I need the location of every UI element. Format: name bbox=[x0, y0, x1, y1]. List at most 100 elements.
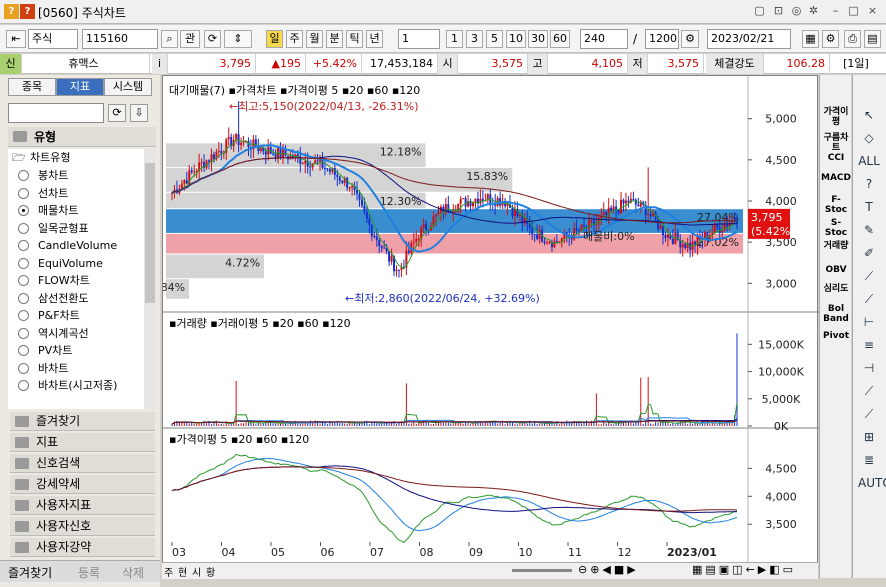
chart-type-item[interactable]: 매물차트 bbox=[18, 202, 78, 219]
group-header[interactable]: 사용자지표 bbox=[10, 496, 155, 515]
indicator-button[interactable]: F-Stoc bbox=[821, 195, 851, 215]
register-button[interactable]: 등록 bbox=[78, 564, 100, 581]
quick-60[interactable]: 60 bbox=[550, 30, 570, 48]
tab-indicators[interactable]: 지표 bbox=[56, 78, 104, 96]
bottom-tab-1[interactable]: 현 bbox=[178, 564, 187, 579]
radio-icon[interactable] bbox=[18, 240, 29, 251]
tab-system[interactable]: 시스템 bbox=[104, 78, 152, 96]
group-header[interactable]: 즐겨찾기 bbox=[10, 412, 155, 431]
radio-icon[interactable] bbox=[18, 327, 29, 339]
period-tick[interactable]: 틱 bbox=[346, 30, 363, 48]
indicator-button[interactable]: CCI bbox=[821, 153, 851, 163]
group-header[interactable]: 사용자강약 bbox=[10, 538, 155, 557]
indicator-button[interactable]: OBV bbox=[821, 265, 851, 275]
tree-scrollbar[interactable] bbox=[144, 149, 156, 409]
close-button[interactable]: × bbox=[865, 4, 880, 19]
gear-icon[interactable]: ✲ bbox=[806, 4, 821, 19]
bottom-tab-2[interactable]: 시 bbox=[192, 564, 201, 579]
maximize-button[interactable]: □ bbox=[846, 4, 861, 19]
sync-icon[interactable]: ⟳ bbox=[204, 30, 221, 48]
period-day[interactable]: 일 bbox=[266, 30, 283, 48]
indicator-button[interactable]: Pivot bbox=[821, 331, 851, 341]
drawing-tool-icon[interactable]: ≣ bbox=[858, 450, 880, 470]
radio-icon[interactable] bbox=[18, 362, 29, 374]
chart-type-item[interactable]: 바차트(시고저종) bbox=[18, 377, 117, 394]
radio-icon[interactable] bbox=[18, 380, 29, 391]
radio-icon[interactable] bbox=[18, 345, 29, 356]
updown-icon[interactable]: ⇕ bbox=[224, 30, 252, 48]
indicator-button[interactable]: S-Stoc bbox=[821, 218, 851, 238]
nav-controls[interactable]: ⊖⊕◀■▶ bbox=[578, 563, 639, 576]
minimize-button[interactable]: – bbox=[828, 4, 843, 19]
camera-icon[interactable]: ◎ bbox=[789, 4, 804, 19]
indicator-button[interactable]: Bol Band bbox=[821, 304, 851, 324]
period-year[interactable]: 년 bbox=[366, 30, 383, 48]
group-header[interactable]: 사용자신호 bbox=[10, 517, 155, 536]
chart-type-item[interactable]: PV차트 bbox=[18, 342, 72, 359]
indicator-button[interactable]: 심리도 bbox=[821, 284, 851, 294]
chart-type-item[interactable]: 봉차트 bbox=[18, 167, 68, 184]
link-icon[interactable]: ▢ bbox=[752, 4, 767, 19]
drawing-tool-icon[interactable]: ↖ bbox=[858, 105, 880, 125]
quick-5[interactable]: 5 bbox=[486, 30, 503, 48]
type-header[interactable]: 유형 bbox=[8, 127, 156, 147]
copy-icon[interactable]: ⊡ bbox=[771, 4, 786, 19]
drawing-tool-icon[interactable]: ? bbox=[858, 174, 880, 194]
market-select[interactable]: 주식 bbox=[28, 29, 78, 49]
search-icon[interactable]: ⌕ bbox=[161, 30, 178, 48]
period-month[interactable]: 월 bbox=[306, 30, 323, 48]
indicator-search-input[interactable] bbox=[8, 103, 104, 123]
info-icon[interactable]: i bbox=[152, 54, 168, 74]
drawing-tool-icon[interactable]: ⊢ bbox=[858, 312, 880, 332]
drawing-tool-icon[interactable]: ◇ bbox=[858, 128, 880, 148]
drawing-tool-icon[interactable]: ⊞ bbox=[858, 427, 880, 447]
view-count-input[interactable]: 240 bbox=[580, 29, 628, 49]
drawing-tool-icon[interactable]: ⊣ bbox=[858, 358, 880, 378]
chart-type-item[interactable]: FLOW차트 bbox=[18, 272, 90, 289]
chart-type-item[interactable]: 일목균형표 bbox=[18, 220, 89, 237]
delete-button[interactable]: 삭제 bbox=[122, 564, 144, 581]
radio-icon[interactable] bbox=[18, 170, 29, 181]
quick-30[interactable]: 30 bbox=[528, 30, 548, 48]
stock-code-input[interactable]: 115160 bbox=[82, 29, 158, 49]
indicator-button[interactable]: 구름차트 bbox=[821, 133, 851, 153]
drawing-tool-icon[interactable]: AUTO bbox=[858, 473, 886, 493]
print-icon[interactable]: ⎙ bbox=[844, 30, 861, 48]
tab-stocks[interactable]: 종목 bbox=[8, 78, 56, 96]
chart-area[interactable]: 12.18%15.83%12.30%27.04%27.02%4.72%0.84%… bbox=[150, 75, 819, 578]
chart-type-item[interactable]: 역시계곡선 bbox=[18, 325, 89, 342]
indicator-button[interactable]: 거래량 bbox=[821, 241, 851, 251]
drawing-tool-icon[interactable]: ⟋ bbox=[858, 266, 880, 286]
chart-type-item[interactable]: 바차트 bbox=[18, 360, 68, 377]
radio-icon[interactable] bbox=[18, 257, 29, 269]
favorites-tab[interactable]: 즐겨찾기 bbox=[8, 564, 52, 581]
help-icon[interactable]: ? bbox=[20, 4, 35, 19]
radio-icon[interactable] bbox=[18, 292, 29, 304]
chart-type-node[interactable]: 🗁 차트유형 bbox=[10, 149, 70, 166]
prev-icon[interactable]: ⇤ bbox=[6, 30, 26, 48]
radio-icon[interactable] bbox=[18, 310, 29, 321]
chart-type-item[interactable]: CandleVolume bbox=[18, 237, 117, 254]
quick-10[interactable]: 10 bbox=[506, 30, 526, 48]
bottom-tab-0[interactable]: 주 bbox=[164, 564, 173, 579]
drawing-tool-icon[interactable]: ⟋ bbox=[858, 404, 880, 424]
date-input[interactable]: 2023/02/21 bbox=[707, 29, 791, 49]
gear-icon-2[interactable]: ⚙ bbox=[822, 30, 839, 48]
chart-type-item[interactable]: EquiVolume bbox=[18, 255, 103, 272]
zoom-slider[interactable] bbox=[512, 569, 572, 572]
quick-3[interactable]: 3 bbox=[466, 30, 483, 48]
group-header[interactable]: 강세약세 bbox=[10, 475, 155, 494]
chart-type-item[interactable]: 선차트 bbox=[18, 185, 68, 202]
group-header[interactable]: 신호검색 bbox=[10, 454, 155, 473]
radio-icon[interactable] bbox=[18, 275, 29, 286]
chart-type-item[interactable]: 삼선전환도 bbox=[18, 290, 89, 307]
chart-type-item[interactable]: P&F차트 bbox=[18, 307, 80, 324]
count-select[interactable]: 1 bbox=[398, 29, 440, 49]
indicator-button[interactable]: 가격이평 bbox=[821, 107, 851, 127]
drawing-tool-icon[interactable]: ALL bbox=[858, 151, 880, 171]
quick-1[interactable]: 1 bbox=[446, 30, 463, 48]
stock-name[interactable]: 휴맥스 bbox=[22, 54, 150, 74]
grid-icon[interactable]: ▤ bbox=[864, 30, 881, 48]
period-week[interactable]: 주 bbox=[286, 30, 303, 48]
drawing-tool-icon[interactable]: ✐ bbox=[858, 243, 880, 263]
